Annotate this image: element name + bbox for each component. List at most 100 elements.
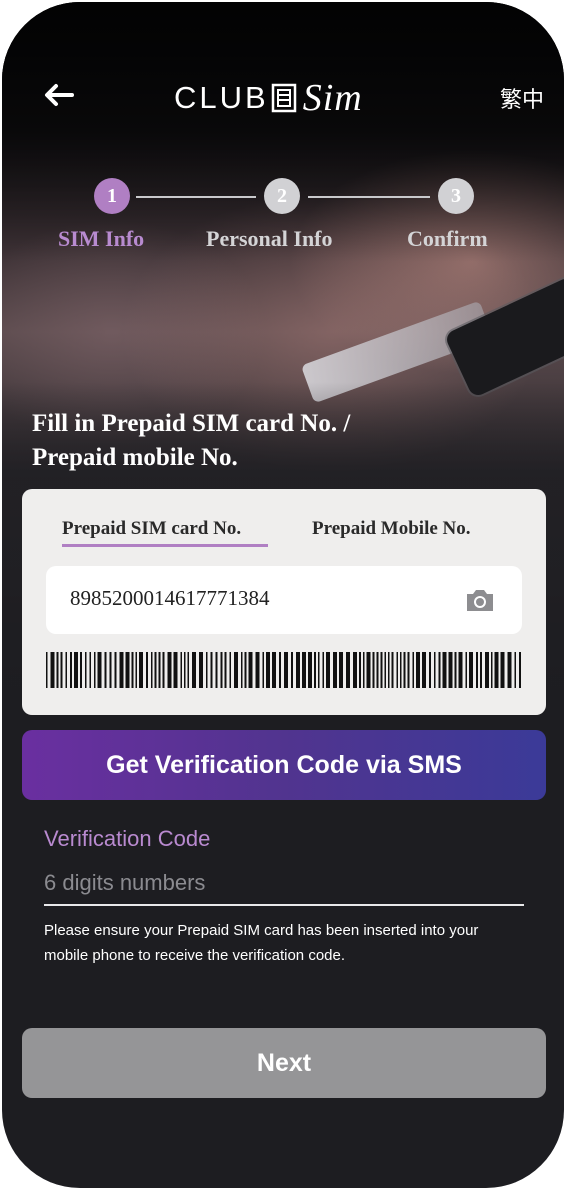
barcode-bar (491, 652, 493, 688)
barcode-bar (74, 652, 78, 688)
barcode-bar (70, 652, 72, 688)
barcode-bar (46, 652, 48, 688)
barcode-bar (458, 652, 463, 688)
barcode-bar (85, 652, 87, 688)
get-verification-code-button[interactable]: Get Verification Code via SMS (22, 730, 546, 800)
form-title-line-2: Prepaid mobile No. (32, 444, 238, 471)
barcode-bar (80, 652, 82, 688)
barcode-bar (255, 652, 260, 688)
logo-club-text: CLUB (174, 80, 269, 115)
active-tab-indicator (62, 544, 268, 547)
barcode-bar (180, 652, 182, 688)
barcode-bar (400, 652, 402, 688)
barcode-bar (94, 652, 96, 688)
barcode-bar (234, 652, 238, 688)
barcode-bar (135, 652, 137, 688)
barcode-bar (476, 652, 478, 688)
step-1-label: SIM Info (58, 226, 145, 251)
barcode-bar (125, 652, 130, 688)
barcode-bar (158, 652, 161, 688)
barcode-bar (318, 652, 320, 688)
barcode-bar (388, 652, 390, 688)
barcode-bar (97, 652, 102, 688)
barcode-bar (291, 652, 293, 688)
barcode-bar (199, 652, 203, 688)
barcode-bar (326, 652, 330, 688)
barcode-bar (403, 652, 406, 688)
barcode-bar (384, 652, 386, 688)
next-button[interactable]: Next (22, 1028, 546, 1098)
barcode-bar (500, 652, 505, 688)
barcode-bar (339, 652, 343, 688)
barcode-bar (359, 652, 361, 688)
camera-icon[interactable] (464, 586, 496, 614)
barcode-bar (322, 652, 324, 688)
verification-input-underline (44, 904, 524, 906)
barcode-bar (494, 652, 499, 688)
barcode-bar (284, 652, 288, 688)
barcode-bar (187, 652, 189, 688)
barcode-bar (244, 652, 247, 688)
language-toggle[interactable]: 繁中 (500, 82, 544, 114)
barcode-bar (162, 652, 165, 688)
tab-prepaid-sim-card[interactable]: Prepaid SIM card No. (62, 518, 241, 540)
barcode-bar (422, 652, 426, 688)
back-arrow-icon[interactable] (42, 78, 76, 112)
barcode-bar (210, 652, 213, 688)
barcode-bar (454, 652, 457, 688)
barcode-bar (241, 652, 243, 688)
barcode-bar (262, 652, 264, 688)
step-2-label: Personal Info (206, 226, 333, 251)
barcode-bar (407, 652, 410, 688)
barcode-bar (151, 652, 153, 688)
barcode-bar (465, 652, 467, 688)
barcode-bar (272, 652, 276, 688)
barcode-bar (131, 652, 134, 688)
barcode-bar (206, 652, 208, 688)
barcode-bar (114, 652, 117, 688)
barcode-bar (184, 652, 186, 688)
stepper-connector (308, 196, 430, 198)
barcode-bar (448, 652, 453, 688)
barcode-bar (248, 652, 253, 688)
step-3-circle: 3 (438, 178, 474, 214)
step-1-circle: 1 (94, 178, 130, 214)
barcode-bar (279, 652, 281, 688)
barcode-bar (60, 652, 63, 688)
barcode-bar (56, 652, 59, 688)
barcode-bar (346, 652, 350, 688)
barcode-bar (119, 652, 124, 688)
barcode-bar (507, 652, 512, 688)
barcode-bar (376, 652, 379, 688)
barcode-bar (302, 652, 306, 688)
barcode-bar (167, 652, 172, 688)
barcode-bar (412, 652, 414, 688)
barcode-bar (353, 652, 357, 688)
step-3-label: Confirm (407, 226, 488, 251)
barcode-bar (366, 652, 371, 688)
barcode-bar (314, 652, 316, 688)
tab-prepaid-mobile[interactable]: Prepaid Mobile No. (312, 518, 471, 540)
verification-code-input[interactable] (44, 866, 524, 900)
barcode-bar (416, 652, 420, 688)
barcode-bar (485, 652, 489, 688)
form-title-line-1: Fill in Prepaid SIM card No. / (32, 410, 351, 437)
barcode-bar (220, 652, 223, 688)
barcode-bar (442, 652, 447, 688)
barcode-bar (50, 652, 55, 688)
barcode-bar (146, 652, 148, 688)
sim-number-input[interactable] (70, 586, 430, 611)
barcode-bar (308, 652, 312, 688)
barcode-bar (215, 652, 218, 688)
barcode-bar (396, 652, 398, 688)
barcode-bar (154, 652, 157, 688)
barcode-bar (438, 652, 441, 688)
barcode-bar (514, 652, 516, 688)
barcode-bar (469, 652, 473, 688)
barcode-bar (296, 652, 300, 688)
barcode-bar (363, 652, 365, 688)
barcode-image (46, 652, 521, 688)
barcode-bar (104, 652, 107, 688)
barcode-bar (333, 652, 337, 688)
barcode-bar (109, 652, 112, 688)
